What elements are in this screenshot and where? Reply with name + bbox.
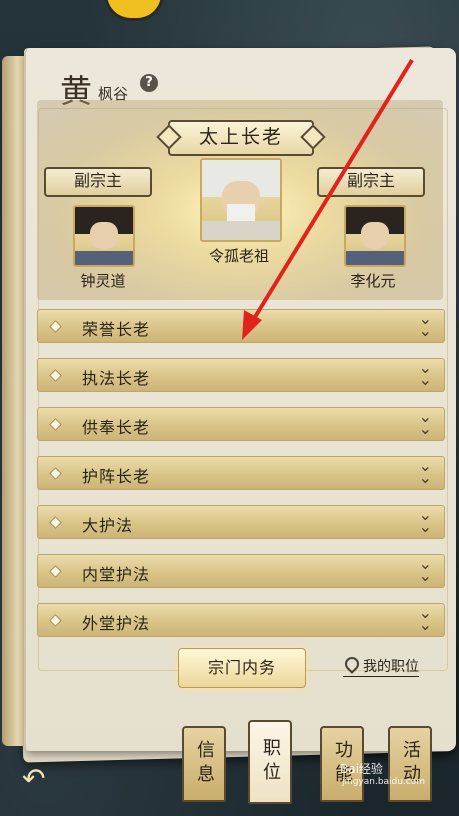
diamond-bullet-icon (49, 565, 62, 578)
elder-portrait-avatar[interactable] (200, 158, 282, 242)
diamond-bullet-icon (49, 369, 62, 382)
back-arrow-icon[interactable]: ↶ (22, 764, 54, 794)
rank-label: 供奉长老 (82, 418, 151, 437)
right-portrait-avatar[interactable] (344, 205, 406, 267)
tab-info[interactable]: 信息 (182, 726, 226, 802)
rank-row-outer-protector[interactable]: 外堂护法 ⌄ ⌄ (37, 603, 445, 637)
diamond-bullet-icon (49, 516, 62, 529)
left-portrait-avatar[interactable] (73, 205, 135, 267)
my-position-label: 我的职位 (363, 659, 419, 675)
top-title-plaque: 太上长老 (168, 120, 314, 156)
double-chevron-down-icon[interactable]: ⌄ ⌄ (419, 507, 432, 535)
rank-row-offering-elder[interactable]: 供奉长老 ⌄ ⌄ (37, 407, 445, 441)
right-title-plaque: 副宗主 (317, 167, 425, 197)
diamond-bullet-icon (49, 467, 62, 480)
diamond-bullet-icon (49, 418, 62, 431)
help-icon[interactable]: ? (140, 74, 158, 92)
rank-label: 内堂护法 (82, 565, 151, 584)
rank-row-honor-elder[interactable]: 荣誉长老 ⌄ ⌄ (37, 309, 445, 343)
watermark-site: jingyan.baidu.com (342, 777, 426, 787)
double-chevron-down-icon[interactable]: ⌄ ⌄ (419, 409, 432, 437)
double-chevron-down-icon[interactable]: ⌄ ⌄ (419, 360, 432, 388)
rank-label: 执法长老 (82, 369, 151, 388)
left-member-name: 钟灵道 (80, 272, 126, 290)
watermark: Bai经验 jingyan.baidu.com (340, 760, 425, 787)
sect-affairs-button[interactable]: 宗门内务 (178, 648, 306, 688)
rank-label: 外堂护法 (82, 614, 151, 633)
double-chevron-down-icon[interactable]: ⌄ ⌄ (419, 605, 432, 633)
tab-position[interactable]: 职位 (248, 720, 292, 804)
rank-label: 护阵长老 (82, 467, 151, 486)
rank-label: 大护法 (82, 516, 134, 535)
rank-row-law-elder[interactable]: 执法长老 ⌄ ⌄ (37, 358, 445, 392)
double-chevron-down-icon[interactable]: ⌄ ⌄ (419, 458, 432, 486)
rank-row-great-protector[interactable]: 大护法 ⌄ ⌄ (37, 505, 445, 539)
right-member-name: 李化元 (350, 272, 396, 290)
elder-member-name: 令孤老祖 (208, 247, 269, 265)
rank-row-inner-protector[interactable]: 内堂护法 ⌄ ⌄ (37, 554, 445, 588)
my-position-link[interactable]: 我的职位 (342, 654, 419, 677)
double-chevron-down-icon[interactable]: ⌄ ⌄ (419, 556, 432, 584)
rank-row-formation-elder[interactable]: 护阵长老 ⌄ ⌄ (37, 456, 445, 490)
double-chevron-down-icon[interactable]: ⌄ ⌄ (419, 311, 432, 339)
diamond-bullet-icon (49, 614, 62, 627)
rank-label: 荣誉长老 (82, 320, 151, 339)
watermark-text: Bai经验 (340, 762, 383, 776)
diamond-bullet-icon (49, 320, 62, 333)
left-title-plaque: 副宗主 (44, 167, 152, 197)
location-pin-icon (342, 654, 362, 674)
